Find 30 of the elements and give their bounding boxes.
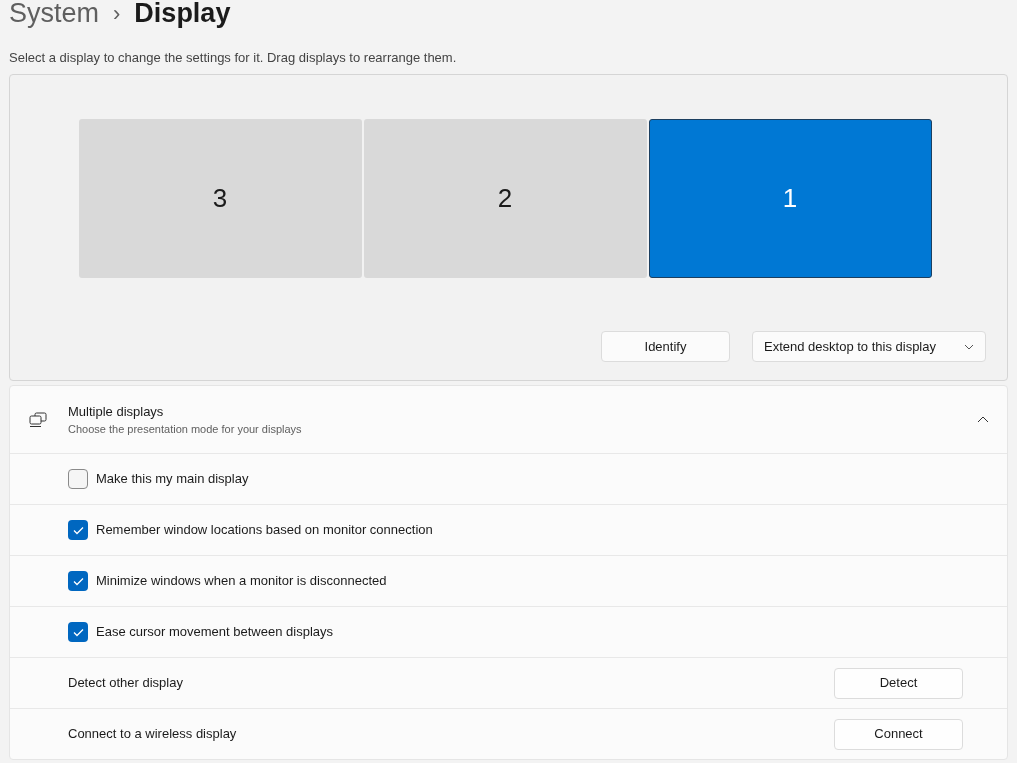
breadcrumb-parent[interactable]: System xyxy=(9,0,100,34)
checkmark-icon xyxy=(72,525,84,535)
action-button[interactable]: Detect xyxy=(834,667,963,699)
checkbox-label: Minimize windows when a monitor is disconnected xyxy=(96,572,387,591)
description-text: Select a display to change the settings for it. Drag displays to rearrange them. xyxy=(9,49,458,66)
identify-button[interactable]: Identify xyxy=(601,331,730,362)
expander-header[interactable]: Multiple displays Choose the presentation mode for your displays xyxy=(10,386,1007,453)
monitor-tile[interactable]: 1 xyxy=(648,119,932,278)
chevron-icon: › xyxy=(113,0,121,30)
action-button[interactable]: Connect xyxy=(834,718,963,750)
checkbox-label: Ease cursor movement between displays xyxy=(96,623,333,642)
monitor-tile[interactable]: 3 xyxy=(78,119,362,278)
display-mode-dropdown[interactable]: Extend desktop to this display xyxy=(752,331,986,362)
checkmark-icon xyxy=(72,576,84,586)
checkbox[interactable] xyxy=(68,622,88,642)
checkmark-icon xyxy=(72,627,84,637)
monitor-tile[interactable]: 2 xyxy=(363,119,647,278)
monitors-icon xyxy=(28,411,48,428)
setting-label: Detect other display xyxy=(68,674,183,693)
checkbox[interactable] xyxy=(68,571,88,591)
section-subtitle: Choose the presentation mode for your displays xyxy=(68,422,303,437)
checkbox-label: Remember window locations based on monitor connection xyxy=(96,521,433,540)
checkbox[interactable] xyxy=(68,520,88,540)
setting-label: Connect to a wireless display xyxy=(68,725,237,744)
checkbox[interactable] xyxy=(68,469,88,489)
checkbox-label: Make this my main display xyxy=(96,470,249,489)
section-title: Multiple displays xyxy=(68,402,165,421)
chevron-down-icon xyxy=(964,343,974,350)
page-title: Display xyxy=(134,0,231,30)
chevron-up-icon[interactable] xyxy=(977,416,989,423)
